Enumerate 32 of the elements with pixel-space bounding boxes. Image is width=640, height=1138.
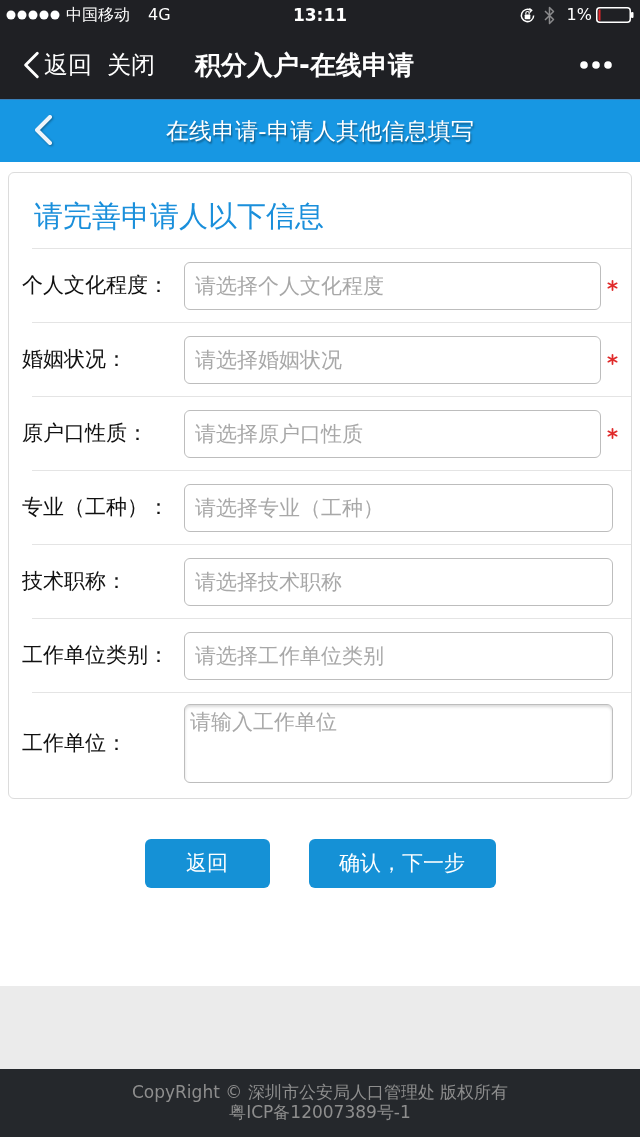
- select-field[interactable]: 请选择个人文化程度: [184, 261, 601, 310]
- carrier-name: 中国移动: [66, 7, 130, 23]
- signal-icon: [6, 10, 60, 20]
- field-label: 工作单位类别：: [22, 641, 170, 669]
- chevron-left-icon: [22, 49, 40, 80]
- select-field[interactable]: 请选择原户口性质: [184, 409, 601, 458]
- copyright-text: CopyRight © 深圳市公安局人口管理处 版权所有: [131, 1082, 509, 1102]
- battery-percent: 1%: [566, 7, 592, 23]
- select-field[interactable]: 请选择工作单位类别: [184, 631, 613, 680]
- field-label: 专业（工种）：: [22, 493, 170, 521]
- select-field[interactable]: 请选择技术职称: [184, 557, 613, 606]
- nav-title: 积分入户-在线申请: [195, 51, 414, 78]
- close-button[interactable]: 关闭: [107, 52, 155, 77]
- icp-number: 粤ICP备12007389号-1: [229, 1102, 411, 1122]
- chevron-left-icon[interactable]: [32, 115, 54, 145]
- field-label: 个人文化程度：: [22, 271, 170, 299]
- battery-icon: [596, 7, 634, 23]
- field-label: 工作单位：: [22, 729, 128, 757]
- select-field[interactable]: 请选择婚姻状况: [184, 335, 601, 384]
- field-label: 技术职称：: [22, 567, 128, 595]
- field-label: 婚姻状况：: [22, 345, 128, 373]
- text-area-field[interactable]: 请输入工作单位: [184, 704, 613, 783]
- network-type: 4G: [148, 7, 171, 23]
- clock-time: 13:11: [292, 6, 348, 24]
- select-field[interactable]: 请选择专业（工种）: [184, 483, 613, 532]
- more-icon[interactable]: [580, 60, 612, 69]
- field-label: 原户口性质：: [22, 419, 149, 447]
- rotation-lock-icon: [518, 6, 536, 24]
- back-button[interactable]: 返回: [22, 49, 92, 80]
- page-header-title: 在线申请-申请人其他信息填写: [166, 116, 474, 146]
- form-heading: 请完善申请人以下信息: [34, 202, 324, 231]
- bluetooth-icon: [543, 5, 555, 25]
